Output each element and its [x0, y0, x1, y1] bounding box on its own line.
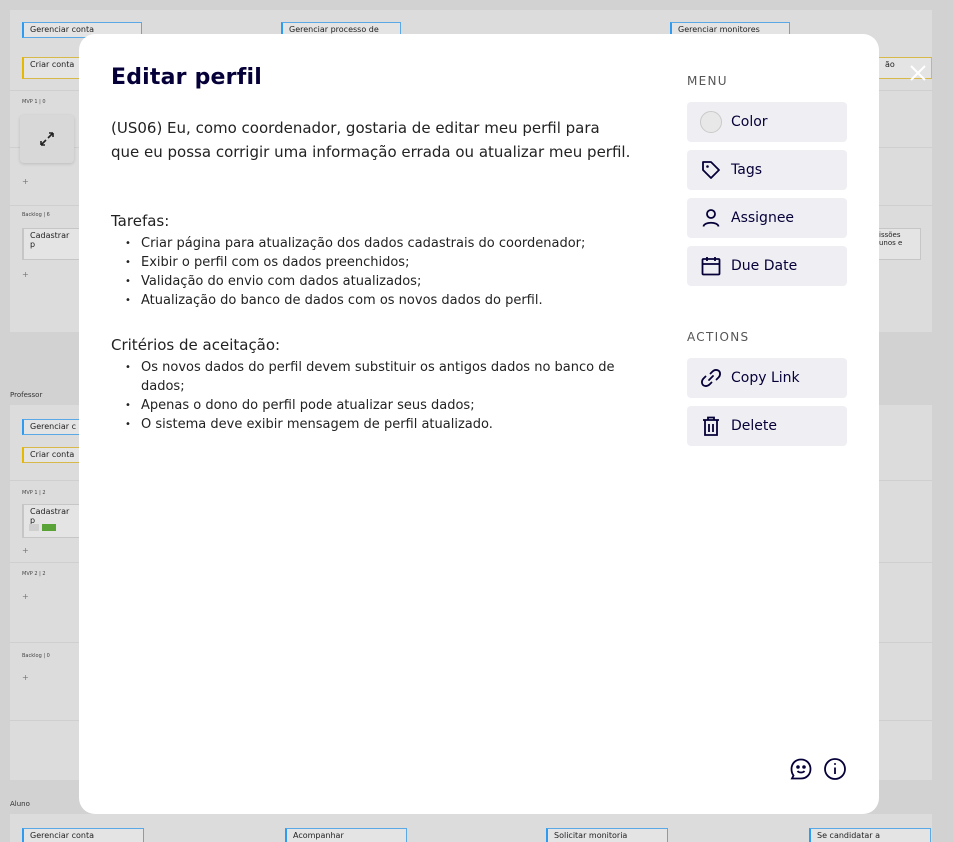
copy-link-button[interactable]: Copy Link	[687, 358, 847, 398]
criteria-item: Apenas o dono do perfil pode atualizar s…	[125, 396, 625, 415]
task-item: Exibir o perfil com os dados preenchidos…	[125, 253, 625, 272]
add-card-icon[interactable]: +	[22, 546, 29, 555]
column-count-label: Backlog | 0	[22, 653, 50, 659]
close-icon	[910, 65, 926, 81]
card-tag	[29, 524, 39, 531]
feedback-smile-icon	[790, 758, 812, 780]
color-button-label: Color	[731, 114, 768, 130]
board-card[interactable]: Gerenciar c	[22, 419, 82, 435]
tasks-heading: Tarefas:	[111, 212, 170, 230]
add-card-icon[interactable]: +	[22, 270, 29, 279]
column-count-label: Backlog | 6	[22, 212, 50, 218]
board-card[interactable]: Cadastrar p	[22, 504, 82, 538]
card-tag	[42, 524, 56, 531]
board-card[interactable]: Acompanhar	[285, 828, 407, 842]
criteria-heading: Critérios de aceitação:	[111, 336, 281, 354]
card-title[interactable]: Editar perfil	[111, 65, 262, 90]
criteria-item: O sistema deve exibir mensagem de perfil…	[125, 415, 625, 434]
task-item: Atualização do banco de dados com os nov…	[125, 291, 625, 310]
card-detail-modal: Editar perfil (US06) Eu, como coordenado…	[79, 34, 879, 814]
copy-link-button-label: Copy Link	[731, 370, 800, 386]
card-description[interactable]: (US06) Eu, como coordenador, gostaria de…	[111, 116, 631, 164]
task-item: Validação do envio com dados atualizados…	[125, 272, 625, 291]
add-card-icon[interactable]: +	[22, 592, 29, 601]
add-card-icon[interactable]: +	[22, 673, 29, 682]
board-card[interactable]: Solicitar monitoria	[546, 828, 668, 842]
delete-button[interactable]: Delete	[687, 406, 847, 446]
lane-aluno	[10, 814, 932, 842]
tags-button-label: Tags	[731, 162, 762, 178]
board-card[interactable]: Cadastrar p	[22, 228, 82, 260]
menu-heading: MENU	[687, 74, 728, 88]
tags-button[interactable]: Tags	[687, 150, 847, 190]
calendar-icon	[699, 254, 723, 278]
column-count-label: MVP 1 | 0	[22, 99, 46, 105]
expand-icon	[40, 132, 54, 146]
actions-heading: ACTIONS	[687, 330, 750, 344]
board-card[interactable]: Criar conta	[22, 57, 82, 79]
assignee-button[interactable]: Assignee	[687, 198, 847, 238]
info-icon	[824, 758, 846, 780]
expand-tile[interactable]	[20, 115, 74, 163]
feedback-button[interactable]	[788, 756, 814, 782]
board-card[interactable]: Criar conta	[22, 447, 82, 463]
board-card[interactable]: Se candidatar a	[809, 828, 931, 842]
close-button[interactable]	[906, 61, 930, 85]
trash-icon	[699, 414, 723, 438]
lane-label-aluno: Aluno	[10, 800, 30, 808]
column-count-label: MVP 1 | 2	[22, 490, 46, 496]
criteria-item: Os novos dados do perfil devem substitui…	[125, 358, 625, 396]
due-date-button[interactable]: Due Date	[687, 246, 847, 286]
color-swatch-icon	[699, 110, 723, 134]
add-card-icon[interactable]: +	[22, 177, 29, 186]
tasks-list: Criar página para atualização dos dados …	[125, 234, 625, 310]
task-item: Criar página para atualização dos dados …	[125, 234, 625, 253]
column-count-label: MVP 2 | 2	[22, 571, 46, 577]
color-button[interactable]: Color	[687, 102, 847, 142]
due-date-button-label: Due Date	[731, 258, 798, 274]
info-button[interactable]	[822, 756, 848, 782]
user-icon	[699, 206, 723, 230]
criteria-list: Os novos dados do perfil devem substitui…	[125, 358, 625, 434]
lane-label-professor: Professor	[10, 391, 43, 399]
assignee-button-label: Assignee	[731, 210, 795, 226]
board-card[interactable]: Gerenciar conta	[22, 828, 144, 842]
link-icon	[699, 366, 723, 390]
tag-icon	[699, 158, 723, 182]
delete-button-label: Delete	[731, 418, 777, 434]
